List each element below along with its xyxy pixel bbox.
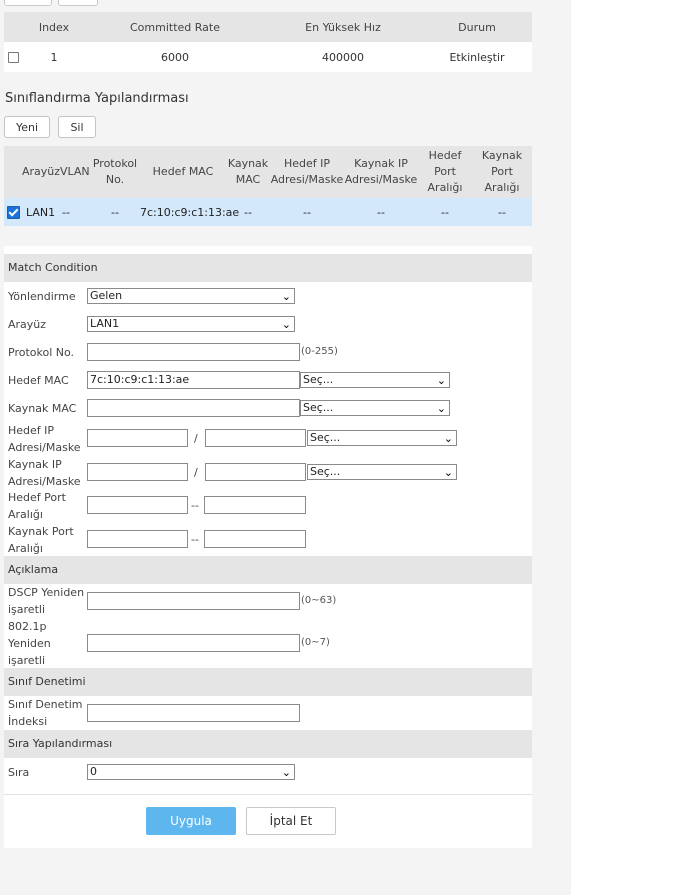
src-ip-label: Kaynak IP Adresi/Maske <box>8 458 81 488</box>
src-port-end-input[interactable] <box>204 530 306 548</box>
direction-select[interactable]: Gelen ⌄ <box>87 288 295 304</box>
col-index: Index <box>22 12 86 42</box>
class-control-input[interactable] <box>87 704 300 722</box>
col-committed-rate: Committed Rate <box>86 12 264 42</box>
dest-port-separator: -- <box>191 499 199 512</box>
chevron-down-icon: ⌄ <box>281 318 291 331</box>
interface-select[interactable]: LAN1 ⌄ <box>87 316 295 332</box>
src-mac-input[interactable] <box>87 399 300 417</box>
chevron-down-icon: ⌄ <box>443 432 453 445</box>
src-port-separator: -- <box>191 533 199 546</box>
dscp-label: DSCP Yeniden işaretli <box>8 586 85 616</box>
table-row[interactable]: 1 6000 400000 Etkinleştir <box>4 42 532 72</box>
src-mac-label: Kaynak MAC <box>8 402 77 415</box>
src-mac-select[interactable]: Seç... ⌄ <box>300 400 450 416</box>
rate-limit-table: Index Committed Rate En Yüksek Hız Durum… <box>4 12 532 72</box>
src-ip-input[interactable] <box>87 463 188 481</box>
chevron-down-icon: ⌄ <box>281 766 291 779</box>
cell-max-rate: 400000 <box>322 50 364 64</box>
delete-button[interactable]: Sil <box>58 116 96 138</box>
src-port-label: Kaynak Port Aralığı <box>8 525 74 555</box>
dest-mac-select[interactable]: Seç... ⌄ <box>300 372 450 388</box>
form-divider <box>4 794 532 795</box>
top-button-left[interactable] <box>4 0 52 6</box>
dest-port-end-input[interactable] <box>204 496 306 514</box>
col-dest-mac: Hedef MAC <box>140 146 226 198</box>
row-checkbox[interactable] <box>8 52 19 63</box>
queue-config-header: Sıra Yapılandırması <box>4 730 532 758</box>
class-control-header: Sınıf Denetimi <box>4 668 532 696</box>
class-table-header: Arayüz VLAN Protokol No. Hedef MAC Kayna… <box>4 146 532 198</box>
cell-src-ip: -- <box>344 198 418 226</box>
new-button[interactable]: Yeni <box>4 116 50 138</box>
dest-ip-input[interactable] <box>87 429 188 447</box>
cell-committed-rate: 6000 <box>161 50 189 64</box>
dest-ip-select[interactable]: Seç... ⌄ <box>307 430 457 446</box>
chevron-down-icon: ⌄ <box>281 290 291 303</box>
col-src-ip: Kaynak IP Adresi/Maske <box>344 146 418 198</box>
chevron-down-icon: ⌄ <box>443 466 453 479</box>
col-src-port: Kaynak Port Aralığı <box>472 146 532 198</box>
dest-ip-separator: / <box>194 432 198 445</box>
qos-content: Index Committed Rate En Yüksek Hız Durum… <box>0 0 571 895</box>
dest-mac-input[interactable]: 7c:10:c9:c1:13:ae <box>87 371 300 389</box>
src-ip-select[interactable]: Seç... ⌄ <box>307 464 457 480</box>
cell-dest-port: -- <box>418 198 472 226</box>
col-status: Durum <box>422 12 532 42</box>
cell-status: Etkinleştir <box>449 50 505 64</box>
cell-vlan: -- <box>60 198 90 226</box>
description-header: Açıklama <box>4 556 532 584</box>
top-button-right[interactable] <box>58 0 98 6</box>
table-row[interactable]: LAN1 -- -- 7c:10:c9:c1:13:ae -- -- -- --… <box>4 198 532 226</box>
row-checkbox[interactable] <box>7 205 20 219</box>
src-port-start-input[interactable] <box>87 530 188 548</box>
cell-src-port: -- <box>472 198 532 226</box>
protocol-input[interactable] <box>87 343 300 361</box>
match-condition-header: Match Condition <box>4 254 532 282</box>
dest-port-start-input[interactable] <box>87 496 188 514</box>
col-dest-ip: Hedef IP Adresi/Maske <box>270 146 344 198</box>
dscp-input[interactable] <box>87 592 300 610</box>
cell-protocol: -- <box>90 198 140 226</box>
classification-form: Match Condition Yönlendirme Gelen ⌄ Arayü… <box>4 246 532 848</box>
chevron-down-icon: ⌄ <box>436 374 446 387</box>
col-protocol: Protokol No. <box>90 146 140 198</box>
dest-mask-input[interactable] <box>205 429 306 447</box>
cell-dest-mac: 7c:10:c9:c1:13:ae <box>140 198 239 226</box>
chevron-down-icon: ⌄ <box>436 402 446 415</box>
protocol-hint: (0-255) <box>301 346 338 357</box>
p8021-hint: (0~7) <box>301 637 330 648</box>
direction-label: Yönlendirme <box>8 290 76 303</box>
dest-ip-label: Hedef IP Adresi/Maske <box>8 424 81 454</box>
queue-label: Sıra <box>8 766 30 779</box>
rate-table-header: Index Committed Rate En Yüksek Hız Durum <box>4 12 532 42</box>
src-ip-separator: / <box>194 466 198 479</box>
interface-label: Arayüz <box>8 318 47 331</box>
cell-interface: LAN1 <box>20 198 60 226</box>
col-interface: Arayüz <box>20 146 60 198</box>
classification-title: Sınıflandırma Yapılandırması <box>5 91 189 106</box>
queue-select[interactable]: 0 ⌄ <box>87 764 295 780</box>
p8021-label: 802.1p Yeniden işaretli <box>8 620 51 667</box>
col-src-mac: Kaynak MAC <box>226 146 270 198</box>
classification-table: Arayüz VLAN Protokol No. Hedef MAC Kayna… <box>4 146 532 226</box>
cancel-button[interactable]: İptal Et <box>246 807 336 835</box>
src-mask-input[interactable] <box>205 463 306 481</box>
p8021-input[interactable] <box>87 634 300 652</box>
dest-mac-label: Hedef MAC <box>8 374 69 387</box>
col-vlan: VLAN <box>60 146 90 198</box>
cell-index: 1 <box>50 50 58 64</box>
right-pane <box>571 0 688 895</box>
dscp-hint: (0~63) <box>301 595 337 606</box>
apply-button[interactable]: Uygula <box>146 807 236 835</box>
cell-dest-ip: -- <box>270 198 344 226</box>
class-control-label: Sınıf Denetim İndeksi <box>8 698 83 728</box>
col-max-rate: En Yüksek Hız <box>264 12 422 42</box>
protocol-label: Protokol No. <box>8 346 75 359</box>
col-dest-port: Hedef Port Aralığı <box>418 146 472 198</box>
dest-port-label: Hedef Port Aralığı <box>8 491 66 521</box>
